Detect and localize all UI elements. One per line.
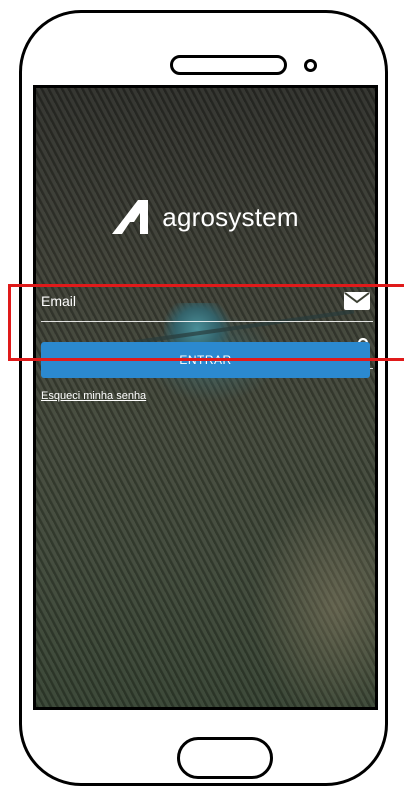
forgot-password-link[interactable]: Esqueci minha senha	[41, 390, 146, 402]
annotation-highlight-box	[8, 284, 404, 361]
agrosystem-logo-icon	[112, 200, 149, 234]
phone-speaker	[170, 55, 287, 75]
app-logo: agrosystem	[36, 198, 375, 236]
phone-home-button[interactable]	[177, 737, 273, 779]
phone-camera	[304, 59, 317, 72]
app-logo-text: agrosystem	[162, 201, 299, 232]
login-screen: agrosystem ENTRAR Esqueci minha senha	[33, 85, 378, 710]
